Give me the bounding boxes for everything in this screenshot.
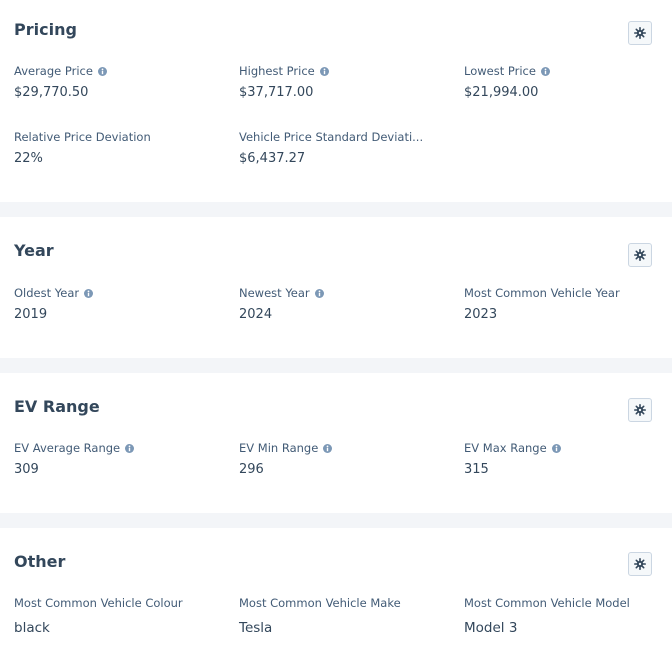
- info-icon[interactable]: [125, 443, 135, 453]
- metric-value: black: [14, 620, 50, 636]
- metric-value: Model 3: [464, 620, 518, 636]
- metric-value: 2023: [464, 307, 498, 322]
- metric-value: $29,770.50: [14, 85, 89, 100]
- info-icon[interactable]: [84, 288, 94, 298]
- metric-price-standard-deviation: Vehicle Price Standard Deviati... $6,437…: [239, 130, 449, 167]
- metric-lowest-price: Lowest Price $21,994.00: [464, 64, 672, 101]
- section-title: Other: [14, 552, 66, 571]
- metric-value: $21,994.00: [464, 85, 539, 100]
- pricing-settings-button[interactable]: [628, 21, 652, 45]
- metric-label: Average Price: [14, 64, 93, 78]
- metric-ev-min-range: EV Min Range 296: [239, 441, 449, 478]
- section-title: Year: [14, 241, 54, 260]
- metric-most-common-model: Most Common Vehicle Model Model 3: [464, 596, 672, 636]
- metric-highest-price: Highest Price $37,717.00: [239, 64, 449, 101]
- metric-most-common-make: Most Common Vehicle Make Tesla: [239, 596, 449, 636]
- metric-label: Most Common Vehicle Model: [464, 596, 630, 610]
- metric-relative-price-deviation: Relative Price Deviation 22%: [14, 130, 224, 167]
- metric-label: Vehicle Price Standard Deviati...: [239, 130, 424, 144]
- other-section: Other Most Common Vehicle Colour black M…: [0, 528, 672, 666]
- metric-newest-year: Newest Year 2024: [239, 286, 449, 323]
- section-title: EV Range: [14, 397, 100, 416]
- metric-value: 309: [14, 462, 39, 477]
- gear-icon: [634, 558, 646, 570]
- metric-label: Newest Year: [239, 286, 310, 300]
- metric-label: Most Common Vehicle Make: [239, 596, 401, 610]
- metric-ev-max-range: EV Max Range 315: [464, 441, 672, 478]
- gear-icon: [634, 404, 646, 416]
- metric-value: 296: [239, 462, 264, 477]
- metric-label: Relative Price Deviation: [14, 130, 151, 144]
- gear-icon: [634, 27, 646, 39]
- metric-value: 2024: [239, 307, 273, 322]
- metric-label: Most Common Vehicle Year: [464, 286, 620, 300]
- metric-label: Oldest Year: [14, 286, 80, 300]
- metric-value: 2019: [14, 307, 48, 322]
- ev-range-settings-button[interactable]: [628, 398, 652, 422]
- section-title: Pricing: [14, 20, 77, 39]
- other-settings-button[interactable]: [628, 552, 652, 576]
- metric-value: 315: [464, 462, 489, 477]
- metric-average-price: Average Price $29,770.50: [14, 64, 224, 101]
- metric-value: $6,437.27: [239, 151, 306, 166]
- metric-label: EV Min Range: [239, 441, 319, 455]
- info-icon[interactable]: [323, 443, 333, 453]
- metric-label: EV Max Range: [464, 441, 547, 455]
- info-icon[interactable]: [551, 443, 561, 453]
- metric-most-common-year: Most Common Vehicle Year 2023: [464, 286, 672, 323]
- metric-label: EV Average Range: [14, 441, 121, 455]
- metric-oldest-year: Oldest Year 2019: [14, 286, 224, 323]
- metric-value: Tesla: [239, 620, 273, 636]
- metric-label: Most Common Vehicle Colour: [14, 596, 183, 610]
- info-icon[interactable]: [314, 288, 324, 298]
- metric-most-common-colour: Most Common Vehicle Colour black: [14, 596, 224, 636]
- metric-ev-average-range: EV Average Range 309: [14, 441, 224, 478]
- metric-value: $37,717.00: [239, 85, 314, 100]
- metric-label: Highest Price: [239, 64, 315, 78]
- info-icon[interactable]: [319, 66, 329, 76]
- pricing-section: Pricing Average Price $29,770.50 Highest…: [0, 0, 672, 202]
- metric-value: 22%: [14, 151, 43, 166]
- info-icon[interactable]: [540, 66, 550, 76]
- ev-range-section: EV Range EV Average Range 309 EV Min Ran…: [0, 373, 672, 513]
- metric-label: Lowest Price: [464, 64, 536, 78]
- info-icon[interactable]: [97, 66, 107, 76]
- gear-icon: [634, 249, 646, 261]
- year-section: Year Oldest Year 2019 Newest Year 2024 M…: [0, 217, 672, 358]
- year-settings-button[interactable]: [628, 243, 652, 267]
